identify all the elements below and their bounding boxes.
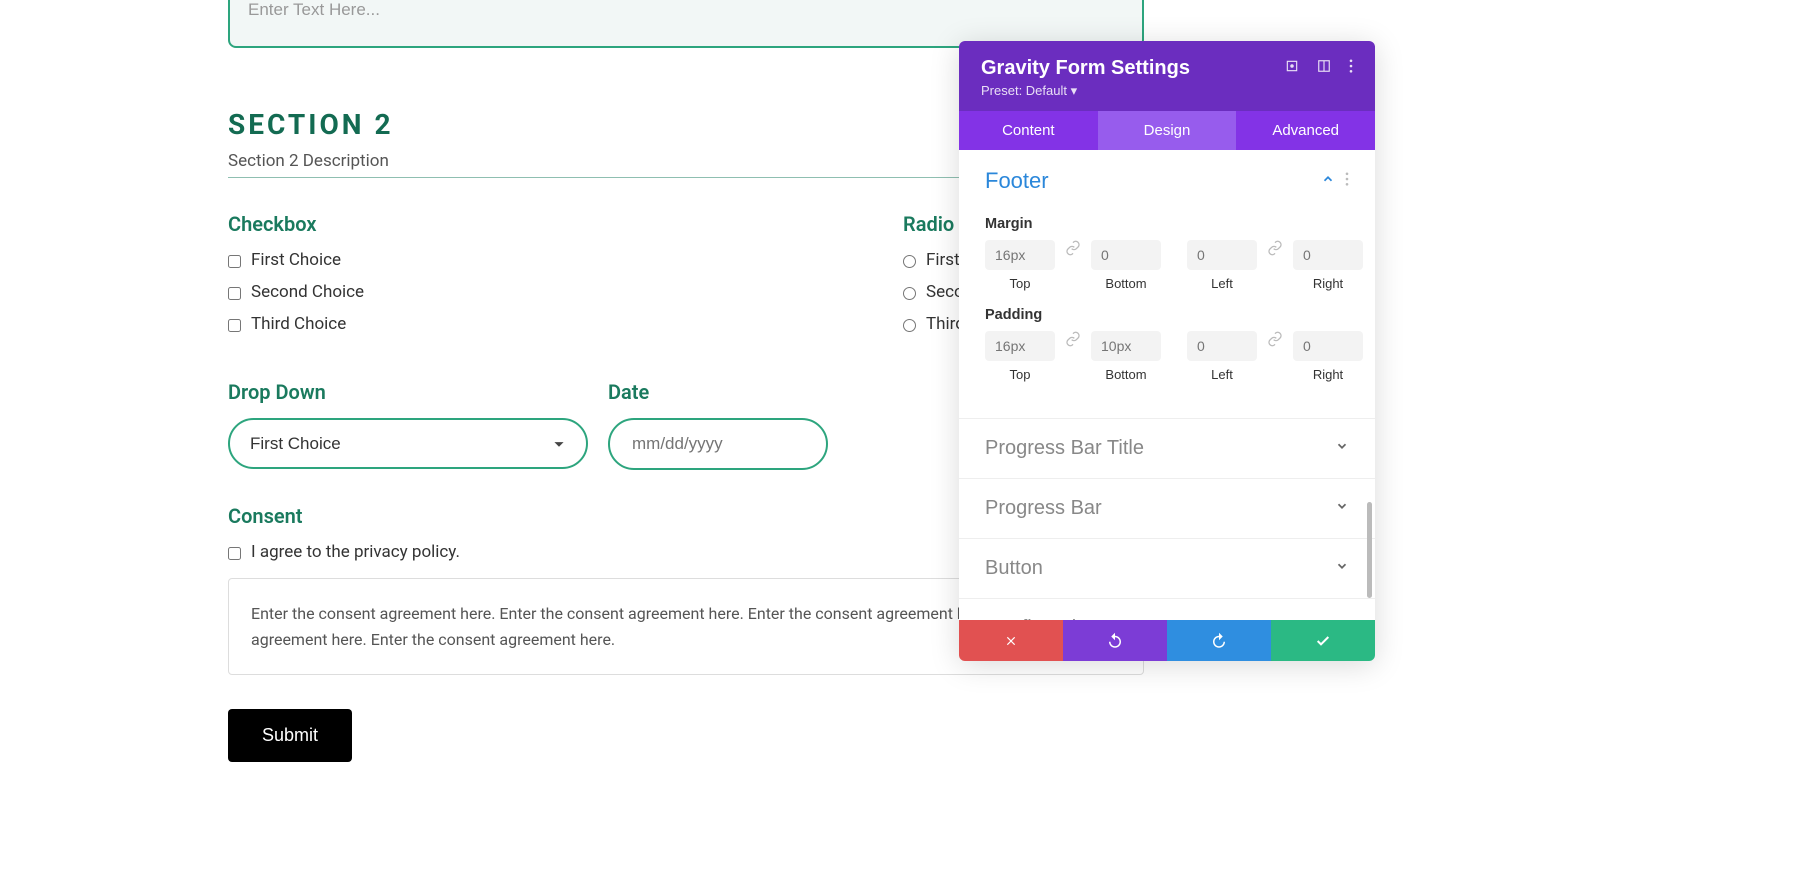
checkbox-choice-2[interactable] bbox=[228, 287, 241, 300]
consent-checkbox[interactable] bbox=[228, 547, 241, 560]
section-more-icon[interactable] bbox=[1345, 172, 1349, 191]
button-section[interactable]: Button bbox=[959, 539, 1375, 598]
padding-top-input[interactable] bbox=[985, 331, 1055, 361]
margin-top-sublabel: Top bbox=[1010, 276, 1031, 291]
consent-checkbox-label: I agree to the privacy policy. bbox=[251, 542, 460, 562]
padding-bottom-input[interactable] bbox=[1091, 331, 1161, 361]
split-view-icon[interactable] bbox=[1317, 59, 1331, 78]
margin-left-input[interactable] bbox=[1187, 240, 1257, 270]
tab-design[interactable]: Design bbox=[1098, 111, 1237, 150]
date-field-label: Date bbox=[608, 380, 828, 404]
confirm-button[interactable] bbox=[1271, 620, 1375, 661]
chevron-down-icon bbox=[1335, 559, 1349, 578]
settings-panel: Gravity Form Settings Preset: Default ▾ … bbox=[959, 41, 1375, 661]
checkbox-choice-2-label: Second Choice bbox=[251, 282, 364, 302]
footer-section-header[interactable]: Footer bbox=[959, 150, 1375, 212]
radio-choice-3[interactable] bbox=[903, 319, 916, 332]
chevron-down-icon bbox=[1335, 499, 1349, 518]
checkbox-choice-3[interactable] bbox=[228, 319, 241, 332]
more-menu-icon[interactable] bbox=[1349, 59, 1353, 78]
checkbox-field-label: Checkbox bbox=[228, 212, 648, 236]
link-icon[interactable] bbox=[1065, 240, 1081, 259]
panel-title: Gravity Form Settings bbox=[981, 57, 1190, 80]
margin-right-sublabel: Right bbox=[1313, 276, 1343, 291]
submit-button[interactable]: Submit bbox=[228, 709, 352, 762]
checkbox-choice-1-label: First Choice bbox=[251, 250, 341, 270]
margin-right-input[interactable] bbox=[1293, 240, 1363, 270]
padding-left-sublabel: Left bbox=[1211, 367, 1233, 382]
padding-right-input[interactable] bbox=[1293, 331, 1363, 361]
panel-preset[interactable]: Preset: Default ▾ bbox=[981, 83, 1353, 99]
margin-label: Margin bbox=[985, 216, 1349, 232]
margin-bottom-input[interactable] bbox=[1091, 240, 1161, 270]
progress-bar-title-section[interactable]: Progress Bar Title bbox=[959, 419, 1375, 478]
footer-section-title: Footer bbox=[985, 168, 1049, 194]
padding-left-input[interactable] bbox=[1187, 331, 1257, 361]
chevron-down-icon bbox=[1335, 439, 1349, 458]
checkbox-choice-1[interactable] bbox=[228, 255, 241, 268]
chevron-up-icon bbox=[1321, 172, 1335, 191]
redo-button[interactable] bbox=[1167, 620, 1271, 661]
progress-bar-section[interactable]: Progress Bar bbox=[959, 479, 1375, 538]
margin-left-sublabel: Left bbox=[1211, 276, 1233, 291]
padding-bottom-sublabel: Bottom bbox=[1105, 367, 1146, 382]
undo-button[interactable] bbox=[1063, 620, 1167, 661]
margin-top-input[interactable] bbox=[985, 240, 1055, 270]
confirmation-section[interactable]: Confirmation Message bbox=[959, 599, 1375, 620]
radio-choice-2[interactable] bbox=[903, 287, 916, 300]
padding-label: Padding bbox=[985, 307, 1349, 323]
margin-bottom-sublabel: Bottom bbox=[1105, 276, 1146, 291]
close-button[interactable] bbox=[959, 620, 1063, 661]
scrollbar[interactable] bbox=[1367, 502, 1372, 598]
padding-top-sublabel: Top bbox=[1010, 367, 1031, 382]
radio-choice-1[interactable] bbox=[903, 255, 916, 268]
date-input[interactable] bbox=[608, 418, 828, 470]
link-icon[interactable] bbox=[1065, 331, 1081, 350]
padding-right-sublabel: Right bbox=[1313, 367, 1343, 382]
dropdown-select[interactable]: First Choice bbox=[228, 418, 588, 469]
link-icon[interactable] bbox=[1267, 331, 1283, 350]
checkbox-choice-3-label: Third Choice bbox=[251, 314, 346, 334]
preset-caret-icon: ▾ bbox=[1071, 83, 1078, 98]
tab-advanced[interactable]: Advanced bbox=[1236, 111, 1375, 150]
fullscreen-icon[interactable] bbox=[1285, 59, 1299, 78]
link-icon[interactable] bbox=[1267, 240, 1283, 259]
dropdown-field-label: Drop Down bbox=[228, 380, 588, 404]
tab-content[interactable]: Content bbox=[959, 111, 1098, 150]
